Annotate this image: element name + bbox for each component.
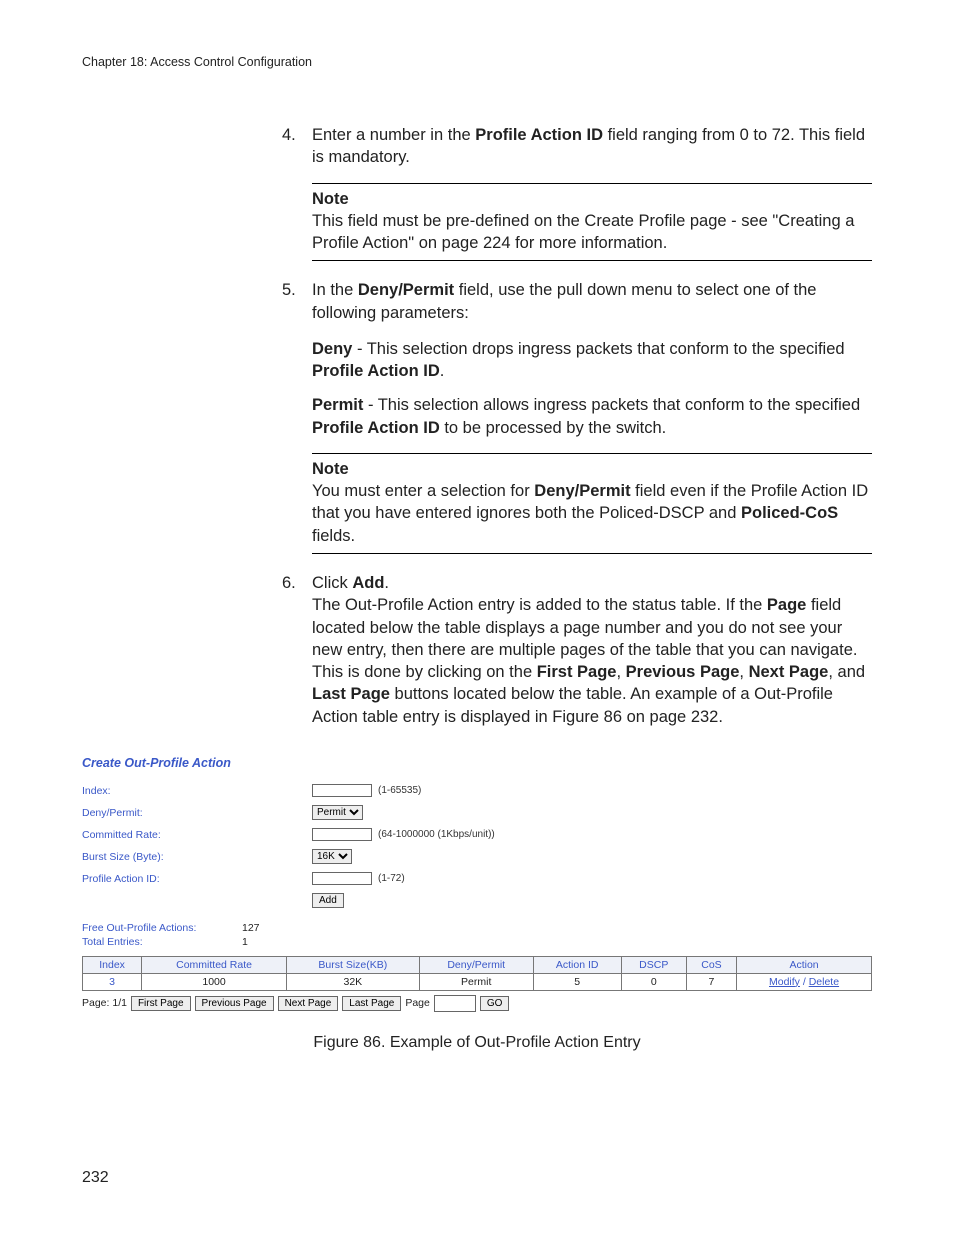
note-body: This field must be pre-defined on the Cr…: [312, 210, 872, 255]
step-number: 6.: [282, 572, 312, 728]
chapter-header: Chapter 18: Access Control Configuration: [82, 55, 872, 69]
step-6: 6. Click Add. The Out-Profile Action ent…: [282, 572, 872, 728]
profile-action-id-input[interactable]: [312, 872, 372, 885]
figure-title: Create Out-Profile Action: [82, 756, 872, 770]
col-committed-rate: Committed Rate: [142, 956, 287, 973]
bold-text: Page: [767, 596, 806, 614]
bold-text: Deny/Permit: [534, 482, 630, 500]
delete-link[interactable]: Delete: [809, 976, 839, 988]
page-input[interactable]: [434, 995, 476, 1012]
cell-aid: 5: [533, 973, 621, 990]
bold-text: Permit: [312, 396, 363, 414]
bold-text: Deny/Permit: [358, 281, 454, 299]
first-page-button[interactable]: First Page: [131, 996, 191, 1011]
text: to be processed by the switch.: [440, 419, 667, 437]
col-cos: CoS: [686, 956, 736, 973]
bold-text: Add: [352, 574, 384, 592]
text: - This selection allows ingress packets …: [363, 396, 860, 414]
col-action: Action: [737, 956, 872, 973]
step-number: 4.: [282, 124, 312, 169]
text: .: [440, 362, 445, 380]
cell-cos: 7: [686, 973, 736, 990]
total-entries-value: 1: [242, 936, 248, 948]
total-entries-label: Total Entries:: [82, 936, 242, 948]
cell-burst: 32K: [286, 973, 419, 990]
burst-size-select[interactable]: 16K: [312, 849, 352, 864]
table-row: 3 1000 32K Permit 5 0 7 Modify / Delete: [83, 973, 872, 990]
permit-para: Permit - This selection allows ingress p…: [312, 394, 872, 439]
text: .: [384, 574, 389, 592]
cell-rate: 1000: [142, 973, 287, 990]
col-dscp: DSCP: [621, 956, 686, 973]
hint-committed-rate: (64-1000000 (1Kbps/unit)): [378, 829, 495, 840]
page-number: 232: [82, 1169, 109, 1187]
label-burst-size: Burst Size (Byte):: [82, 851, 312, 863]
label-committed-rate: Committed Rate:: [82, 829, 312, 841]
modify-link[interactable]: Modify: [769, 976, 800, 988]
bold-text: Next Page: [749, 663, 829, 681]
bold-text: First Page: [537, 663, 617, 681]
figure-86: Create Out-Profile Action Index: (1-6553…: [82, 756, 872, 1012]
text: fields.: [312, 527, 355, 545]
bold-text: Profile Action ID: [475, 126, 603, 144]
label-profile-action-id: Profile Action ID:: [82, 873, 312, 885]
note-box: Note This field must be pre-defined on t…: [312, 183, 872, 262]
previous-page-button[interactable]: Previous Page: [195, 996, 274, 1011]
bold-text: Profile Action ID: [312, 362, 440, 380]
free-actions-label: Free Out-Profile Actions:: [82, 922, 242, 934]
table-header-row: Index Committed Rate Burst Size(KB) Deny…: [83, 956, 872, 973]
cell-dscp: 0: [621, 973, 686, 990]
next-page-button[interactable]: Next Page: [278, 996, 339, 1011]
step-5: 5. In the Deny/Permit field, use the pul…: [282, 279, 872, 324]
note-title: Note: [312, 458, 872, 480]
text: You must enter a selection for: [312, 482, 534, 500]
text: ,: [616, 663, 625, 681]
text: In the: [312, 281, 358, 299]
bold-text: Last Page: [312, 685, 390, 703]
text: Enter a number in the: [312, 126, 475, 144]
col-deny-permit: Deny/Permit: [419, 956, 533, 973]
bold-text: Deny: [312, 340, 352, 358]
sep: /: [800, 976, 809, 988]
note-box: Note You must enter a selection for Deny…: [312, 453, 872, 554]
cell-action: Modify / Delete: [737, 973, 872, 990]
bold-text: Profile Action ID: [312, 419, 440, 437]
out-profile-table: Index Committed Rate Burst Size(KB) Deny…: [82, 956, 872, 991]
step-number: 5.: [282, 279, 312, 324]
text: buttons located below the table. An exam…: [312, 685, 833, 725]
page-indicator: Page: 1/1: [82, 997, 127, 1009]
go-button[interactable]: GO: [480, 996, 510, 1011]
text: The Out-Profile Action entry is added to…: [312, 596, 767, 614]
deny-permit-select[interactable]: Permit: [312, 805, 363, 820]
hint-index: (1-65535): [378, 785, 421, 796]
label-index: Index:: [82, 785, 312, 797]
free-actions-value: 127: [242, 922, 260, 934]
add-button[interactable]: Add: [312, 893, 344, 908]
label-deny-permit: Deny/Permit:: [82, 807, 312, 819]
cell-index: 3: [83, 973, 142, 990]
figure-caption: Figure 86. Example of Out-Profile Action…: [82, 1034, 872, 1052]
text: Click: [312, 574, 352, 592]
cell-dp: Permit: [419, 973, 533, 990]
deny-para: Deny - This selection drops ingress pack…: [312, 338, 872, 383]
last-page-button[interactable]: Last Page: [342, 996, 401, 1011]
text: - This selection drops ingress packets t…: [352, 340, 844, 358]
col-index: Index: [83, 956, 142, 973]
hint-profile-action-id: (1-72): [378, 873, 405, 884]
note-title: Note: [312, 188, 872, 210]
bold-text: Previous Page: [626, 663, 740, 681]
bold-text: Policed-CoS: [741, 504, 838, 522]
committed-rate-input[interactable]: [312, 828, 372, 841]
step-4: 4. Enter a number in the Profile Action …: [282, 124, 872, 169]
pager: Page: 1/1 First Page Previous Page Next …: [82, 995, 872, 1012]
text: , and: [828, 663, 865, 681]
text: ,: [739, 663, 748, 681]
col-burst-size: Burst Size(KB): [286, 956, 419, 973]
index-input[interactable]: [312, 784, 372, 797]
col-action-id: Action ID: [533, 956, 621, 973]
page-word: Page: [405, 997, 430, 1009]
note-body: You must enter a selection for Deny/Perm…: [312, 480, 872, 547]
